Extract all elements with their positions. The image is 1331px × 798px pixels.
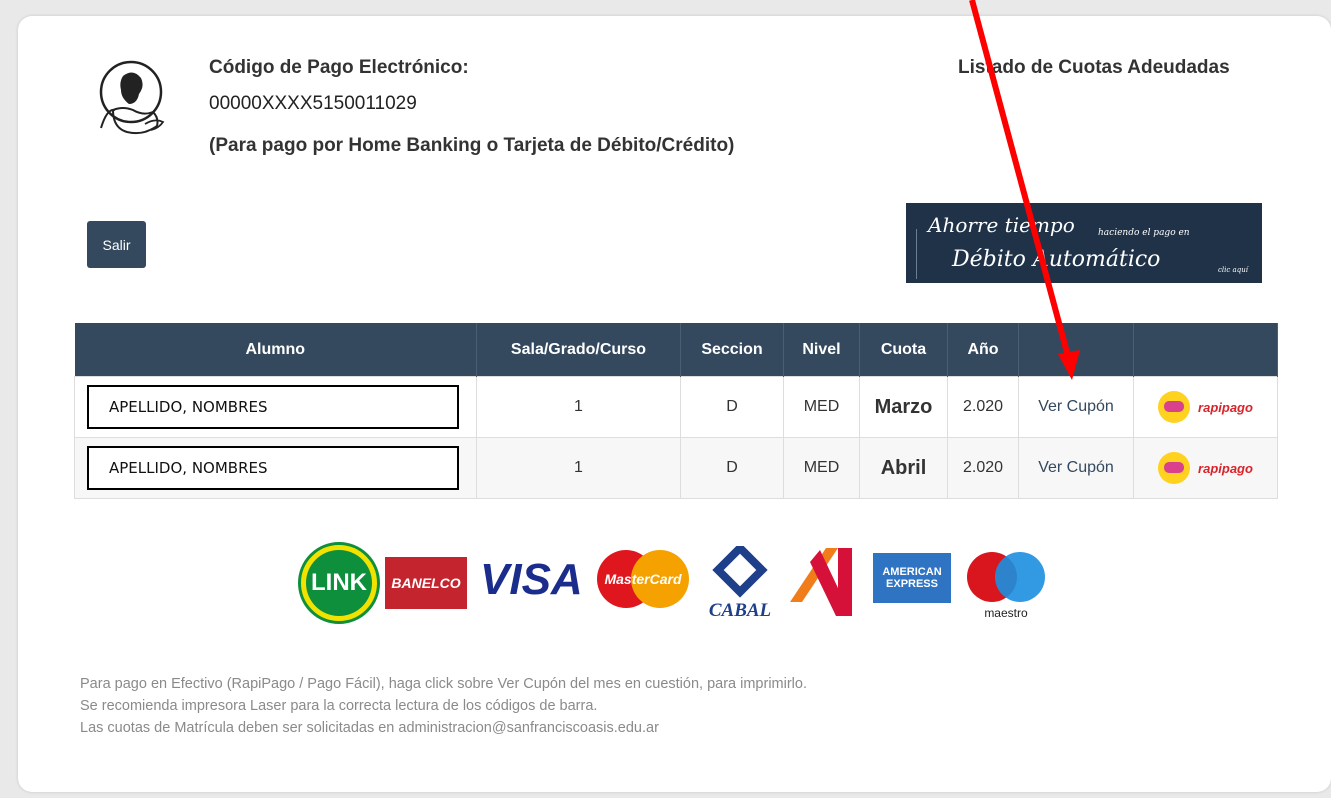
alumno-name: APELLIDO, NOMBRES [87,446,459,490]
rapipago-text: rapipago [1198,460,1253,476]
salir-button[interactable]: Salir [87,221,146,268]
anio-cell: 2.020 [947,437,1019,499]
amex-text-2: EXPRESS [886,578,938,590]
payment-code-value: 00000XXXX5150011029 [209,93,417,114]
ver-cupon-link[interactable]: Ver Cupón [1038,459,1114,476]
banner-line1-small: haciendo el pago en [1098,228,1190,238]
cuotas-table: Alumno Sala/Grado/Curso Seccion Nivel Cu… [74,323,1278,499]
naranja-logo [788,544,856,618]
col-link [1018,323,1134,377]
table-row: APELLIDO, NOMBRES 1 D MED Marzo 2.020 Ve… [74,376,1278,438]
link-logo-text: LINK [306,550,372,616]
col-alumno: Alumno [74,323,477,377]
footer-line-1: Para pago en Efectivo (RapiPago / Pago F… [80,676,807,692]
seccion-cell: D [680,437,784,499]
amex-logo: AMERICAN EXPRESS [873,553,951,603]
page-title: Listado de Cuotas Adeudadas [958,57,1230,78]
mastercard-text: MasterCard [604,571,681,587]
debito-automatico-banner[interactable]: Ahorre tiempo haciendo el pago en Débito… [906,203,1262,283]
ver-cupon-cell: Ver Cupón [1018,437,1134,499]
rapipago-cell[interactable]: rapipago [1133,376,1278,438]
link-logo: LINK [298,542,380,624]
cabal-logo: CABAL [700,542,780,621]
alumno-name: APELLIDO, NOMBRES [87,385,459,429]
banner-line1: Ahorre tiempo [928,213,1075,237]
rapipago-logo[interactable]: rapipago [1134,452,1277,484]
maestro-icon: maestro [967,552,1045,620]
cabal-icon: CABAL [709,542,771,621]
table-header-row: Alumno Sala/Grado/Curso Seccion Nivel Cu… [74,323,1278,377]
seccion-cell: D [680,376,784,438]
rapipago-logo[interactable]: rapipago [1134,391,1277,423]
payment-code-label: Código de Pago Electrónico: [209,57,469,78]
banner-divider [916,229,917,279]
col-cuota: Cuota [859,323,948,377]
anio-cell: 2.020 [947,376,1019,438]
naranja-icon [790,548,852,616]
pago-facil-icon [1158,452,1191,484]
curso-cell: 1 [476,376,681,438]
maestro-logo: maestro [962,549,1052,621]
table-row: APELLIDO, NOMBRES 1 D MED Abril 2.020 Ve… [74,437,1278,499]
pago-facil-icon [1158,391,1191,423]
banner-cta: clic aquí [1218,266,1248,274]
cabal-text: CABAL [709,600,771,620]
rapipago-cell[interactable]: rapipago [1133,437,1278,499]
alumno-cell: APELLIDO, NOMBRES [74,437,477,499]
col-nivel: Nivel [783,323,860,377]
col-anio: Año [947,323,1019,377]
amex-text-1: AMERICAN [882,566,942,578]
col-seccion: Seccion [680,323,784,377]
mastercard-icon: MasterCard [597,550,689,608]
mastercard-logo: MasterCard [596,549,690,609]
nivel-cell: MED [783,376,860,438]
alumno-cell: APELLIDO, NOMBRES [74,376,477,438]
payment-code-note: (Para pago por Home Banking o Tarjeta de… [209,135,735,156]
footer-line-3: Las cuotas de Matrícula deben ser solici… [80,720,659,736]
curso-cell: 1 [476,437,681,499]
cuota-cell: Abril [859,437,948,499]
banner-line2: Débito Automático [952,247,1161,272]
nivel-cell: MED [783,437,860,499]
visa-logo: VISA [480,555,583,604]
col-curso: Sala/Grado/Curso [476,323,681,377]
col-pago [1133,323,1278,377]
ver-cupon-link[interactable]: Ver Cupón [1038,398,1114,415]
school-logo-icon [99,60,165,135]
footer-line-2: Se recomienda impresora Laser para la co… [80,698,598,714]
cuota-cell: Marzo [859,376,948,438]
banelco-logo: BANELCO [385,557,467,609]
maestro-text: maestro [984,606,1028,620]
ver-cupon-cell: Ver Cupón [1018,376,1134,438]
rapipago-text: rapipago [1198,399,1253,415]
